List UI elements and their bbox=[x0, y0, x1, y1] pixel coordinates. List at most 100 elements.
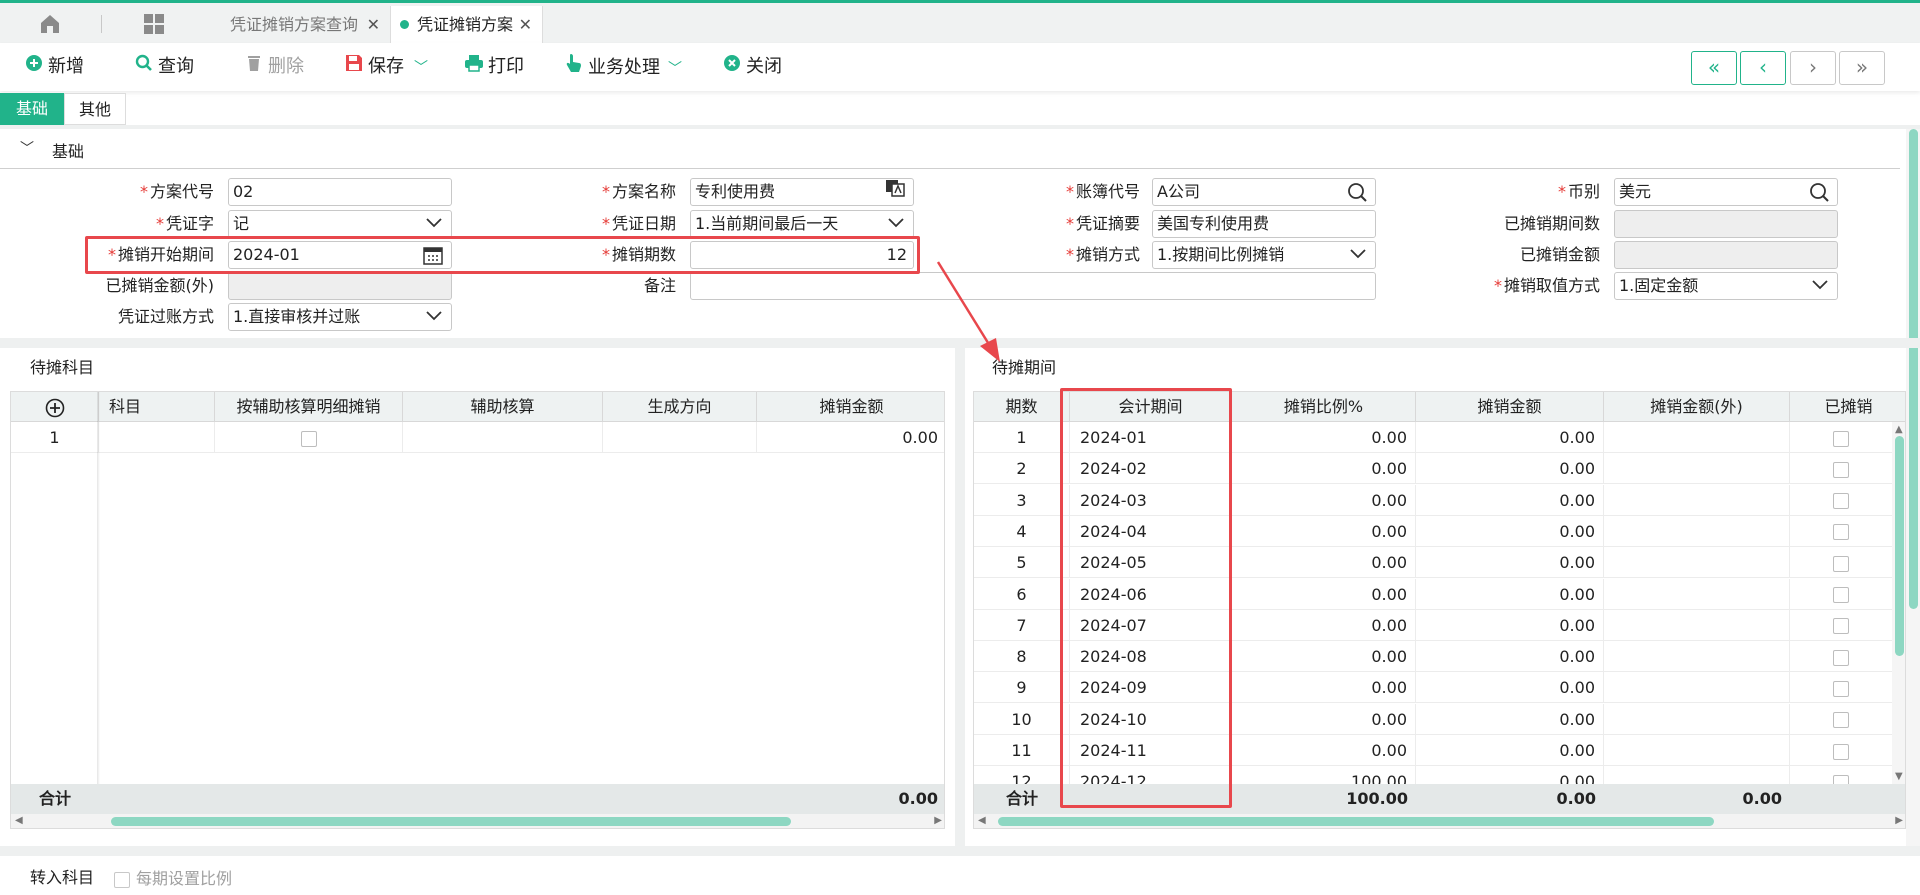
column-header-no[interactable]: 期数 bbox=[974, 392, 1070, 422]
direction-cell[interactable] bbox=[603, 422, 757, 453]
amount-fc-cell[interactable] bbox=[1604, 547, 1790, 579]
ratio-cell[interactable]: 0.00 bbox=[1232, 672, 1416, 704]
amount-cell[interactable]: 0.00 bbox=[1416, 766, 1604, 784]
amortized-cell[interactable] bbox=[1790, 579, 1892, 610]
chevron-down-icon[interactable]: ﹀ bbox=[668, 61, 682, 77]
column-header-aux[interactable]: 辅助核算 bbox=[403, 392, 603, 422]
amount-cell[interactable]: 0.00 bbox=[1416, 547, 1604, 579]
amortized-cell[interactable] bbox=[1790, 485, 1892, 516]
column-header-amortized[interactable]: 已摊销 bbox=[1790, 392, 1905, 422]
checkbox[interactable] bbox=[1833, 649, 1849, 666]
table-row[interactable]: 1 0.00 bbox=[11, 422, 944, 453]
column-header-aux-detail[interactable]: 按辅助核算明细摊销 bbox=[215, 392, 403, 422]
translate-icon[interactable] bbox=[885, 179, 905, 205]
amortized-cell[interactable] bbox=[1790, 704, 1892, 735]
right-grid-vscrollbar[interactable]: ▲ ▼ bbox=[1892, 422, 1905, 784]
amount-fc-cell[interactable] bbox=[1604, 766, 1790, 784]
amount-fc-cell[interactable] bbox=[1604, 641, 1790, 673]
amount-cell[interactable]: 0.00 bbox=[1416, 609, 1604, 641]
amount-fc-cell[interactable] bbox=[1604, 735, 1790, 766]
amount-fc-cell[interactable] bbox=[1604, 453, 1790, 485]
period-no-cell[interactable]: 12 bbox=[974, 766, 1070, 784]
period-no-cell[interactable]: 9 bbox=[974, 672, 1070, 704]
chevron-down-icon[interactable] bbox=[1811, 273, 1829, 299]
amount-cell[interactable]: 0.00 bbox=[1416, 735, 1604, 766]
close-icon[interactable]: ✕ bbox=[519, 6, 532, 43]
scroll-up-icon[interactable]: ▲ bbox=[1895, 424, 1903, 435]
amount-fc-cell[interactable] bbox=[1604, 578, 1790, 610]
checkbox[interactable] bbox=[1833, 430, 1849, 447]
close-icon[interactable]: ✕ bbox=[367, 6, 380, 43]
amount-fc-cell[interactable] bbox=[1604, 422, 1790, 453]
checkbox[interactable] bbox=[1833, 743, 1849, 760]
amount-cell[interactable]: 0.00 bbox=[1416, 641, 1604, 673]
amount-cell[interactable]: 0.00 bbox=[1416, 484, 1604, 516]
period-no-cell[interactable]: 7 bbox=[974, 609, 1070, 641]
period-no-cell[interactable]: 11 bbox=[974, 735, 1070, 766]
book-code-field[interactable]: A公司 bbox=[1152, 178, 1376, 206]
add-row-button[interactable] bbox=[11, 392, 99, 422]
amortized-cell[interactable] bbox=[1790, 610, 1892, 641]
column-header-amount[interactable]: 摊销金额 bbox=[757, 392, 944, 422]
amortized-cell[interactable] bbox=[1790, 516, 1892, 547]
business-process-button[interactable]: 业务处理 ﹀ bbox=[564, 53, 682, 81]
ratio-cell[interactable]: 0.00 bbox=[1232, 422, 1416, 453]
first-record-button[interactable]: « bbox=[1691, 51, 1737, 85]
voucher-word-select[interactable]: 记 bbox=[228, 210, 452, 238]
amortized-cell[interactable] bbox=[1790, 735, 1892, 766]
column-header-amount[interactable]: 摊销金额 bbox=[1416, 392, 1604, 422]
column-header-amount-fc[interactable]: 摊销金额(外) bbox=[1604, 392, 1790, 422]
amortized-cell[interactable] bbox=[1790, 547, 1892, 578]
previous-record-button[interactable]: ‹ bbox=[1740, 51, 1786, 85]
checkbox[interactable] bbox=[1833, 493, 1849, 510]
scheme-name-field[interactable]: 专利使用费 bbox=[690, 178, 914, 206]
period-no-cell[interactable]: 10 bbox=[974, 703, 1070, 735]
amortized-cell[interactable] bbox=[1790, 672, 1892, 703]
ratio-cell[interactable]: 0.00 bbox=[1232, 735, 1416, 766]
checkbox[interactable] bbox=[1833, 712, 1849, 729]
scrollbar-thumb[interactable] bbox=[998, 817, 1714, 826]
tab-voucher-scheme-query[interactable]: 凭证摊销方案查询 ✕ bbox=[216, 6, 390, 43]
aux-cell[interactable] bbox=[403, 422, 603, 453]
scroll-right-icon[interactable]: ▶ bbox=[934, 814, 942, 828]
remark-field[interactable] bbox=[690, 272, 1376, 300]
ratio-cell[interactable]: 100.00 bbox=[1232, 766, 1416, 784]
amount-fc-cell[interactable] bbox=[1604, 609, 1790, 641]
method-select[interactable]: 1.按期间比例摊销 bbox=[1152, 241, 1376, 269]
checkbox[interactable] bbox=[1833, 774, 1849, 784]
ratio-cell[interactable]: 0.00 bbox=[1232, 578, 1416, 610]
ratio-cell[interactable]: 0.00 bbox=[1232, 609, 1416, 641]
tab-other[interactable]: 其他 bbox=[64, 93, 126, 125]
voucher-date-select[interactable]: 1.当前期间最后一天 bbox=[690, 210, 914, 238]
amortized-cell[interactable] bbox=[1790, 453, 1892, 484]
checkbox[interactable] bbox=[1833, 524, 1849, 541]
scroll-left-icon[interactable]: ◀ bbox=[978, 814, 986, 828]
checkbox[interactable] bbox=[300, 430, 317, 447]
checkbox[interactable] bbox=[1833, 680, 1849, 697]
scrollbar-thumb[interactable] bbox=[111, 817, 791, 826]
period-no-cell[interactable]: 5 bbox=[974, 547, 1070, 579]
left-grid-hscrollbar[interactable]: ◀ ▶ bbox=[11, 814, 944, 828]
chevron-down-icon[interactable]: ﹀ bbox=[20, 138, 34, 158]
ratio-cell[interactable]: 0.00 bbox=[1232, 641, 1416, 673]
search-icon[interactable] bbox=[1347, 179, 1367, 205]
chevron-down-icon[interactable] bbox=[887, 211, 905, 237]
delete-button[interactable]: 删除 bbox=[244, 53, 304, 81]
column-header-direction[interactable]: 生成方向 bbox=[603, 392, 757, 422]
page-scrollbar-thumb[interactable] bbox=[1909, 129, 1918, 609]
scroll-left-icon[interactable]: ◀ bbox=[15, 814, 23, 828]
last-record-button[interactable]: » bbox=[1839, 51, 1885, 85]
aux-detail-cell[interactable] bbox=[215, 422, 403, 453]
amortized-cell[interactable] bbox=[1790, 766, 1892, 784]
amortized-cell[interactable] bbox=[1790, 422, 1892, 453]
scrollbar-thumb[interactable] bbox=[1895, 436, 1904, 656]
amount-cell[interactable]: 0.00 bbox=[1416, 453, 1604, 485]
amount-fc-cell[interactable] bbox=[1604, 484, 1790, 516]
home-icon[interactable] bbox=[38, 12, 62, 36]
checkbox[interactable] bbox=[1833, 555, 1849, 572]
chevron-down-icon[interactable]: ﹀ bbox=[414, 60, 428, 76]
new-button[interactable]: 新增 bbox=[24, 53, 84, 81]
amortized-cell[interactable] bbox=[1790, 641, 1892, 672]
grid-apps-icon[interactable] bbox=[142, 12, 166, 36]
amount-fc-cell[interactable] bbox=[1604, 515, 1790, 547]
